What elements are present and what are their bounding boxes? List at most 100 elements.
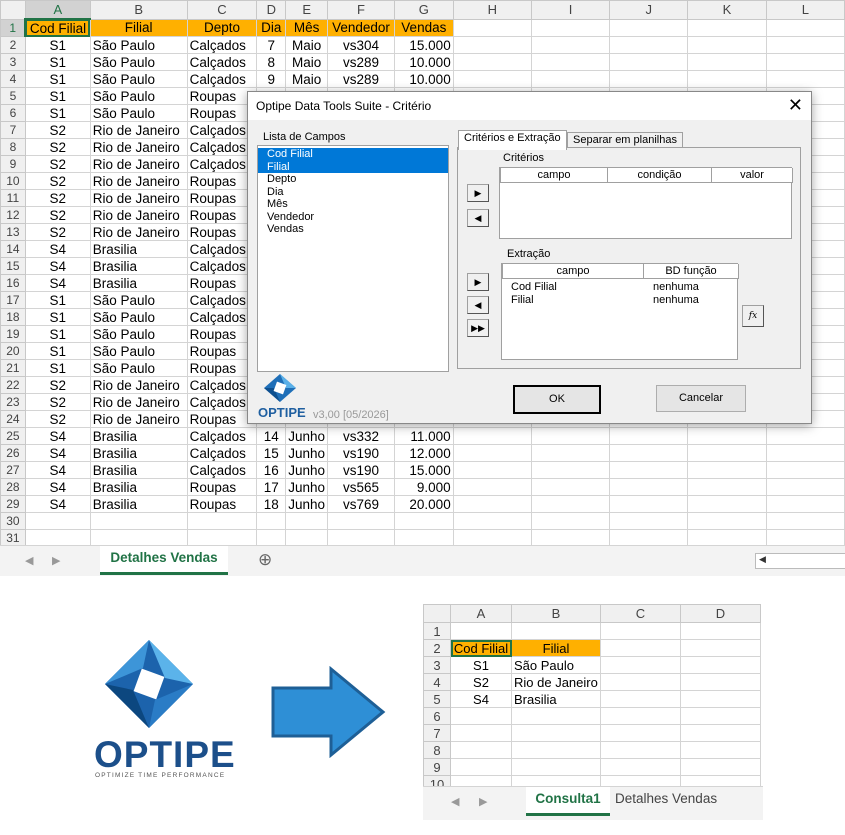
result-cell[interactable] (680, 639, 761, 657)
cell[interactable]: Junho (285, 444, 329, 462)
cell[interactable]: Maio (285, 53, 329, 71)
extraction-grid[interactable]: campo BD função Cod Filial nenhuma Filial n… (501, 263, 739, 360)
cell[interactable]: Vendedor (327, 18, 395, 37)
cell[interactable]: 15.000 (393, 36, 454, 54)
column-header-d[interactable]: D (256, 0, 287, 20)
cell[interactable]: S4 (24, 427, 91, 445)
cell[interactable]: S2 (24, 410, 91, 428)
cell[interactable] (765, 444, 845, 462)
field-list-item[interactable]: Filial (258, 160, 448, 173)
cell[interactable] (609, 461, 689, 479)
cell[interactable] (530, 36, 611, 54)
result-cell[interactable]: S2 (450, 673, 512, 691)
cell[interactable]: 9.000 (393, 478, 454, 496)
result-row-header[interactable]: 4 (423, 673, 451, 691)
cell[interactable] (765, 512, 845, 530)
cell[interactable]: vs565 (327, 478, 395, 496)
cell[interactable]: vs332 (327, 427, 395, 445)
result-row-header[interactable]: 7 (423, 724, 451, 742)
result-row-header[interactable]: 9 (423, 758, 451, 776)
field-list-item[interactable]: Dia (258, 186, 448, 199)
cell[interactable] (24, 512, 91, 530)
result-cell[interactable] (511, 724, 601, 742)
cell[interactable]: S2 (24, 189, 91, 207)
row-header[interactable]: 7 (0, 121, 26, 139)
result-scroll-left-icon[interactable]: ◀ (451, 795, 459, 808)
cell[interactable]: vs769 (327, 495, 395, 513)
field-list-item[interactable]: Depto (258, 173, 448, 186)
cell[interactable] (452, 70, 533, 88)
cell[interactable]: Junho (285, 495, 329, 513)
row-header[interactable]: 27 (0, 461, 26, 479)
result-cell[interactable]: Rio de Janeiro (511, 673, 601, 691)
result-cell[interactable] (450, 741, 512, 759)
cell[interactable]: 10.000 (393, 53, 454, 71)
cell[interactable] (765, 53, 845, 71)
cell[interactable]: S4 (24, 257, 91, 275)
cell[interactable]: S1 (24, 87, 91, 105)
cell[interactable] (24, 529, 91, 547)
cell[interactable] (452, 427, 533, 445)
cell[interactable]: Calçados (186, 427, 258, 445)
cell[interactable] (687, 512, 767, 530)
field-list-item[interactable]: Mês (258, 198, 448, 211)
cell[interactable]: 12.000 (393, 444, 454, 462)
cell[interactable]: Calçados (186, 36, 258, 54)
extraction-row[interactable]: Filial nenhuma (502, 294, 737, 307)
cell[interactable] (609, 53, 689, 71)
cell[interactable]: Brasilia (89, 495, 188, 513)
result-cell[interactable] (680, 690, 761, 708)
tab-detalhes-vendas-2[interactable]: Detalhes Vendas (615, 791, 717, 806)
cell[interactable]: 16 (256, 461, 287, 479)
cell[interactable]: S4 (24, 444, 91, 462)
cell[interactable]: S1 (24, 53, 91, 71)
cell[interactable] (765, 495, 845, 513)
result-cell[interactable] (680, 724, 761, 742)
cell[interactable]: Filial (89, 18, 188, 37)
cell[interactable]: São Paulo (89, 104, 188, 122)
cell[interactable] (765, 478, 845, 496)
result-cell[interactable]: S1 (450, 656, 512, 674)
cell[interactable] (89, 512, 188, 530)
close-icon[interactable]: ✕ (788, 95, 803, 116)
row-header[interactable]: 9 (0, 155, 26, 173)
result-row-header[interactable]: 1 (423, 622, 451, 640)
column-header-f[interactable]: F (327, 0, 395, 20)
result-cell[interactable] (600, 673, 681, 691)
result-cell[interactable] (600, 622, 681, 640)
cell[interactable]: Rio de Janeiro (89, 189, 188, 207)
row-header[interactable]: 16 (0, 274, 26, 292)
function-button[interactable]: fx (742, 305, 764, 327)
select-all-corner[interactable] (0, 0, 26, 20)
row-header[interactable]: 10 (0, 172, 26, 190)
cell[interactable] (687, 461, 767, 479)
cell[interactable]: S4 (24, 240, 91, 258)
row-header[interactable]: 2 (0, 36, 26, 54)
cell[interactable] (393, 529, 454, 547)
cell[interactable]: Roupas (186, 495, 258, 513)
cell[interactable]: S4 (24, 274, 91, 292)
cell[interactable] (609, 529, 689, 547)
cell[interactable]: Maio (285, 70, 329, 88)
cell[interactable] (687, 70, 767, 88)
cell[interactable]: São Paulo (89, 359, 188, 377)
result-row-header[interactable]: 8 (423, 741, 451, 759)
cell[interactable] (609, 18, 689, 37)
result-column-header-c[interactable]: C (600, 604, 681, 623)
cell[interactable]: São Paulo (89, 70, 188, 88)
cell[interactable] (687, 529, 767, 547)
cell[interactable]: Brasilia (89, 478, 188, 496)
cell[interactable]: 7 (256, 36, 287, 54)
cell[interactable] (609, 70, 689, 88)
result-cell[interactable] (680, 741, 761, 759)
row-header[interactable]: 13 (0, 223, 26, 241)
result-cell[interactable] (600, 707, 681, 725)
result-cell[interactable] (600, 724, 681, 742)
cell[interactable] (609, 495, 689, 513)
cell[interactable] (530, 495, 611, 513)
add-extraction-button[interactable]: ▶ (467, 273, 489, 291)
result-cell[interactable] (600, 690, 681, 708)
ok-button[interactable]: OK (513, 385, 601, 414)
cell[interactable]: S2 (24, 138, 91, 156)
row-header[interactable]: 29 (0, 495, 26, 513)
